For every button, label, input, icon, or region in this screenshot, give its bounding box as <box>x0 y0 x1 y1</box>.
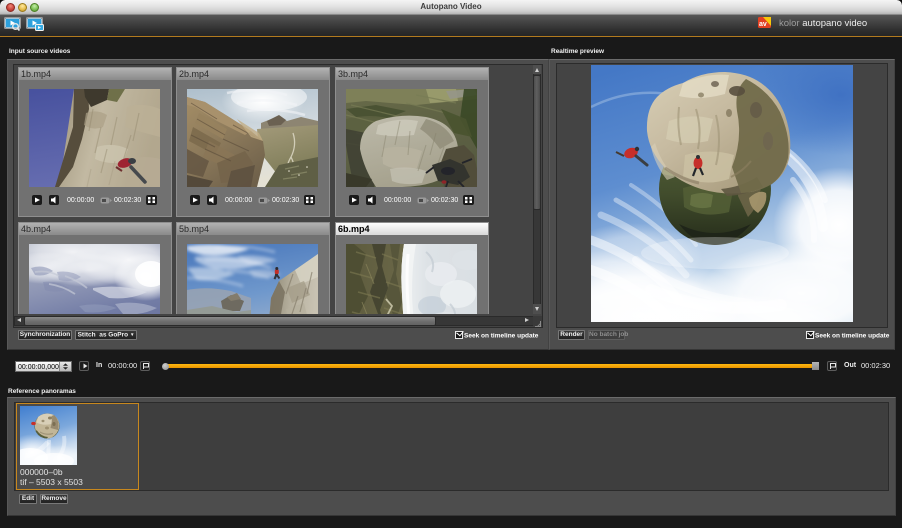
svg-text:av: av <box>759 21 767 28</box>
